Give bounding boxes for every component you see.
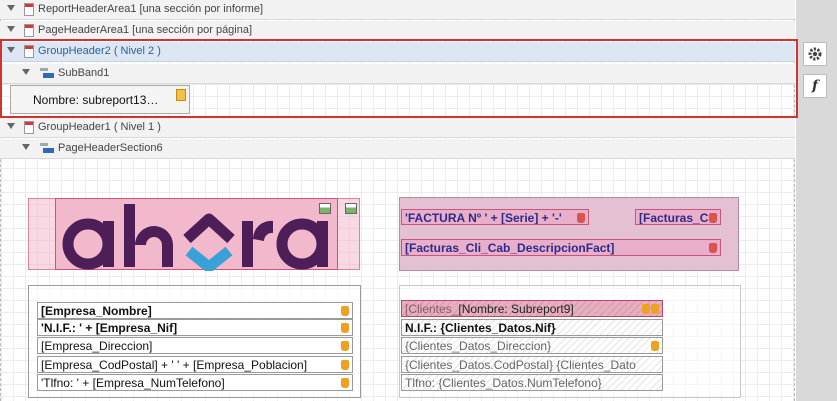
client-phone-field[interactable]: Tlfno: {Clientes_Datos.NumTelefono}	[401, 374, 663, 391]
client-nif-field[interactable]: N.I.F.: {Clientes_Datos.Nif}	[401, 319, 663, 336]
company-address-field[interactable]: [Empresa_Direccion]	[37, 337, 353, 354]
logo-picture-box[interactable]	[55, 198, 338, 273]
invoice-description-text: [Facturas_Cli_Cab_DescripcionFact]	[405, 241, 615, 255]
page-header-section-icon	[40, 143, 54, 153]
client-address-field[interactable]: {Clientes_Datos_Direccion}	[401, 337, 663, 354]
database-icon	[341, 341, 349, 351]
database-icon	[709, 243, 717, 253]
invoice-title-text: 'FACTURA Nº ' + [Serie] + '-'	[405, 211, 562, 225]
invoice-description-field[interactable]: [Facturas_Cli_Cab_DescripcionFact]	[401, 239, 721, 256]
company-postal-field[interactable]: [Empresa_CodPostal] + ' ' + [Empresa_Pob…	[37, 356, 353, 373]
page-header-icon	[24, 24, 34, 37]
band-page-header-label: PageHeaderArea1 [una sección por página]	[38, 24, 253, 36]
function-button[interactable]: f	[803, 74, 827, 98]
picture-icon	[319, 203, 331, 214]
client-postal-field[interactable]: {Clientes_Datos.CodPostal} {Clientes_Dat…	[401, 356, 663, 373]
band-page-header-section[interactable]: PageHeaderSection6	[0, 139, 795, 159]
band-report-header-label: ReportHeaderArea1 [una sección por infor…	[38, 3, 264, 15]
database-icon	[341, 306, 349, 316]
company-phone-field[interactable]: 'Tlfno: ' + [Empresa_NumTelefono]	[37, 374, 353, 391]
database-icon	[577, 213, 585, 223]
client-nif-text: N.I.F.: {Clientes_Datos.Nif}	[405, 321, 556, 335]
client-postal-text: {Clientes_Datos.CodPostal} {Clientes_Dat…	[405, 358, 636, 372]
company-nif-text: 'N.I.F.: ' + [Empresa_Nif]	[41, 321, 178, 335]
report-header-icon	[24, 3, 34, 16]
client-name-field[interactable]: [Clientes_[Nombre: Subreport9]	[401, 300, 663, 317]
invoice-number-text: [Facturas_C	[639, 211, 709, 225]
database-icon	[341, 360, 349, 370]
company-nif-field[interactable]: 'N.I.F.: ' + [Empresa_Nif]	[37, 319, 353, 336]
client-phone-text: Tlfno: {Clientes_Datos.NumTelefono}	[405, 376, 602, 390]
database-icon	[341, 323, 349, 333]
company-name-text: [Empresa_Nombre]	[41, 304, 152, 318]
invoice-title-field[interactable]: 'FACTURA Nº ' + [Serie] + '-'	[401, 209, 589, 225]
database-icon	[651, 304, 659, 314]
band-group-header1-label: GroupHeader1 ( Nivel 1 )	[38, 121, 161, 133]
band-group-header1[interactable]: GroupHeader1 ( Nivel 1 )	[0, 118, 795, 138]
company-phone-text: 'Tlfno: ' + [Empresa_NumTelefono]	[41, 376, 225, 390]
client-name-placeholder: [Clientes_	[405, 302, 459, 316]
collapse-caret-icon[interactable]	[7, 26, 15, 32]
database-icon	[642, 304, 650, 314]
client-address-text: {Clientes_Datos_Direccion}	[405, 339, 552, 353]
database-icon	[341, 378, 349, 388]
collapse-caret-icon[interactable]	[22, 144, 30, 150]
company-postal-text: [Empresa_CodPostal] + ' ' + [Empresa_Pob…	[41, 358, 308, 372]
collapse-caret-icon[interactable]	[7, 123, 15, 129]
band-report-header[interactable]: ReportHeaderArea1 [una sección por infor…	[0, 0, 795, 20]
database-icon	[709, 213, 717, 223]
band-page-header[interactable]: PageHeaderArea1 [una sección por página]	[0, 21, 795, 41]
selection-outline	[0, 39, 798, 118]
band-page-header-section-label: PageHeaderSection6	[58, 142, 163, 154]
group-header-icon	[24, 121, 34, 134]
company-address-text: [Empresa_Direccion]	[41, 339, 153, 353]
subreport9-label: [Nombre: Subreport9]	[458, 302, 574, 316]
collapse-caret-icon[interactable]	[7, 5, 15, 11]
invoice-number-field[interactable]: [Facturas_C	[635, 209, 721, 225]
database-icon	[651, 341, 659, 351]
ahora-logo	[62, 204, 328, 273]
company-name-field[interactable]: [Empresa_Nombre]	[37, 302, 353, 319]
gear-icon[interactable]	[803, 42, 827, 66]
picture-icon	[345, 203, 357, 214]
